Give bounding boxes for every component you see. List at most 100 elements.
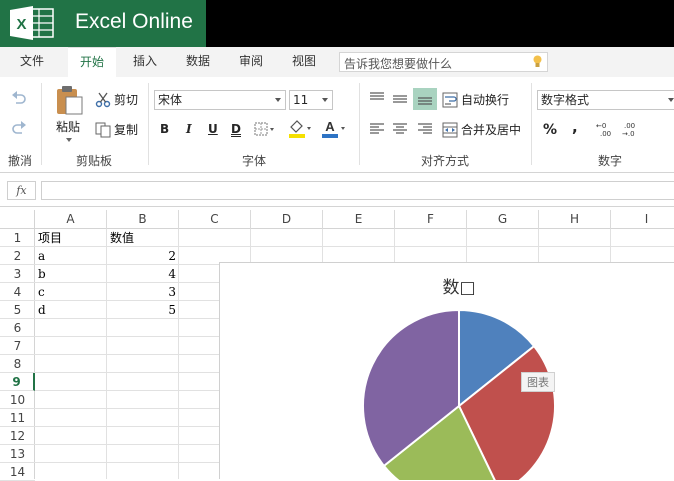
- align-left-icon[interactable]: [369, 123, 385, 135]
- font-name-dropdown[interactable]: 宋体: [154, 90, 286, 110]
- group-label-font: 字体: [242, 154, 267, 168]
- tell-me-search-input[interactable]: 告诉我您想要做什么: [339, 52, 548, 72]
- paste-button[interactable]: 粘贴: [56, 118, 80, 135]
- align-right-icon[interactable]: [417, 123, 433, 135]
- number-format-dropdown[interactable]: 数字格式: [537, 90, 674, 110]
- merge-cells-icon: [442, 122, 458, 137]
- align-middle-icon[interactable]: [392, 91, 408, 105]
- copy-icon: [95, 122, 111, 137]
- percent-style-button[interactable]: %: [543, 122, 557, 138]
- increase-decimal-icon[interactable]: ←0 .00: [594, 121, 614, 137]
- paste-icon[interactable]: [54, 85, 84, 115]
- row-header[interactable]: 8: [0, 355, 35, 373]
- row-header[interactable]: 1: [0, 229, 35, 247]
- row-header[interactable]: 2: [0, 247, 35, 265]
- tab-data[interactable]: 数据: [176, 47, 220, 77]
- group-label-alignment: 对齐方式: [421, 154, 470, 168]
- tab-file[interactable]: 文件: [6, 47, 58, 77]
- svg-text:→.0: →.0: [622, 130, 635, 137]
- cell-b3[interactable]: 4: [107, 265, 179, 283]
- cut-label: 剪切: [114, 93, 139, 107]
- group-label-number: 数字: [598, 154, 623, 168]
- brand-area: X Excel Online: [0, 0, 206, 47]
- align-center-icon[interactable]: [392, 123, 408, 135]
- row-header[interactable]: 4: [0, 283, 35, 301]
- select-all-corner[interactable]: [0, 210, 35, 229]
- tab-home[interactable]: 开始: [68, 47, 116, 77]
- double-underline-button[interactable]: D: [231, 122, 241, 136]
- chevron-down-icon: [668, 98, 674, 102]
- wrap-text-label: 自动换行: [461, 93, 510, 107]
- underline-button[interactable]: U: [208, 122, 218, 136]
- pie-chart-object[interactable]: 数□ 图表: [219, 262, 674, 480]
- tab-review[interactable]: 审阅: [228, 47, 274, 77]
- cell-b2[interactable]: 2: [107, 247, 179, 265]
- font-color-icon[interactable]: A: [321, 119, 347, 138]
- lightbulb-icon: [533, 55, 542, 67]
- undo-icon[interactable]: [11, 91, 27, 105]
- cell-b5[interactable]: 5: [107, 301, 179, 319]
- fill-color-swatch: [289, 134, 305, 138]
- svg-text:X: X: [16, 16, 26, 33]
- row-header[interactable]: 14: [0, 463, 35, 481]
- comma-style-button[interactable]: ,: [572, 118, 578, 136]
- fill-color-icon[interactable]: [287, 119, 313, 138]
- ribbon-home: 撤消 粘贴 剪切 复制 剪贴板 宋体 11 B I U D A 字体 自动换行 …: [0, 77, 674, 173]
- cell-a5[interactable]: d: [35, 301, 107, 319]
- row-header[interactable]: 7: [0, 337, 35, 355]
- group-label-clipboard: 剪贴板: [76, 154, 113, 168]
- row-header[interactable]: 3: [0, 265, 35, 283]
- bold-button[interactable]: B: [160, 122, 169, 136]
- cut-button[interactable]: 剪切: [95, 91, 138, 108]
- italic-button[interactable]: I: [186, 122, 192, 136]
- tab-view[interactable]: 视图: [281, 47, 327, 77]
- pie-chart[interactable]: [220, 263, 674, 480]
- column-header[interactable]: F: [395, 210, 467, 229]
- column-header[interactable]: C: [179, 210, 251, 229]
- decrease-decimal-icon[interactable]: .00 →.0: [620, 121, 640, 137]
- formula-bar: fx: [0, 173, 674, 207]
- column-header[interactable]: H: [539, 210, 611, 229]
- row-header[interactable]: 11: [0, 409, 35, 427]
- insert-function-button[interactable]: fx: [7, 181, 36, 200]
- group-separator: [531, 83, 532, 165]
- formula-input[interactable]: [41, 181, 674, 200]
- row-header[interactable]: 13: [0, 445, 35, 463]
- tab-insert[interactable]: 插入: [122, 47, 168, 77]
- row-header[interactable]: 6: [0, 319, 35, 337]
- number-format-value: 数字格式: [541, 93, 590, 107]
- wrap-text-icon: [442, 92, 458, 107]
- cell-a4[interactable]: c: [35, 283, 107, 301]
- svg-text:.00: .00: [600, 130, 611, 137]
- copy-button[interactable]: 复制: [95, 121, 138, 138]
- redo-icon[interactable]: [11, 121, 27, 135]
- row-header-selected[interactable]: 9: [0, 373, 35, 391]
- tell-me-placeholder: 告诉我您想要做什么: [344, 57, 453, 71]
- column-header[interactable]: B: [107, 210, 179, 229]
- cell-b1[interactable]: 数值: [107, 229, 179, 247]
- row-header[interactable]: 12: [0, 427, 35, 445]
- title-bar: X Excel Online: [0, 0, 674, 47]
- column-header[interactable]: G: [467, 210, 539, 229]
- excel-logo-icon[interactable]: X: [9, 6, 55, 40]
- merge-center-button[interactable]: 合并及居中: [442, 121, 521, 138]
- cell-a2[interactable]: a: [35, 247, 107, 265]
- column-header[interactable]: D: [251, 210, 323, 229]
- cell-a3[interactable]: b: [35, 265, 107, 283]
- align-bottom-icon[interactable]: [413, 88, 437, 110]
- font-size-value: 11: [293, 93, 309, 107]
- column-headers: A B C D E F G H I: [0, 210, 674, 229]
- align-top-icon[interactable]: [369, 91, 385, 105]
- cell-a1[interactable]: 项目: [35, 229, 107, 247]
- paste-dropdown-caret-icon[interactable]: [66, 138, 72, 142]
- column-header[interactable]: I: [611, 210, 674, 229]
- row-header[interactable]: 5: [0, 301, 35, 319]
- borders-icon[interactable]: [254, 122, 276, 136]
- font-size-dropdown[interactable]: 11: [289, 90, 333, 110]
- cell-b4[interactable]: 3: [107, 283, 179, 301]
- column-header[interactable]: A: [35, 210, 107, 229]
- row-header[interactable]: 10: [0, 391, 35, 409]
- ribbon-tab-bar: 文件 开始 插入 数据 审阅 视图: [0, 47, 674, 77]
- column-header[interactable]: E: [323, 210, 395, 229]
- wrap-text-button[interactable]: 自动换行: [442, 91, 509, 108]
